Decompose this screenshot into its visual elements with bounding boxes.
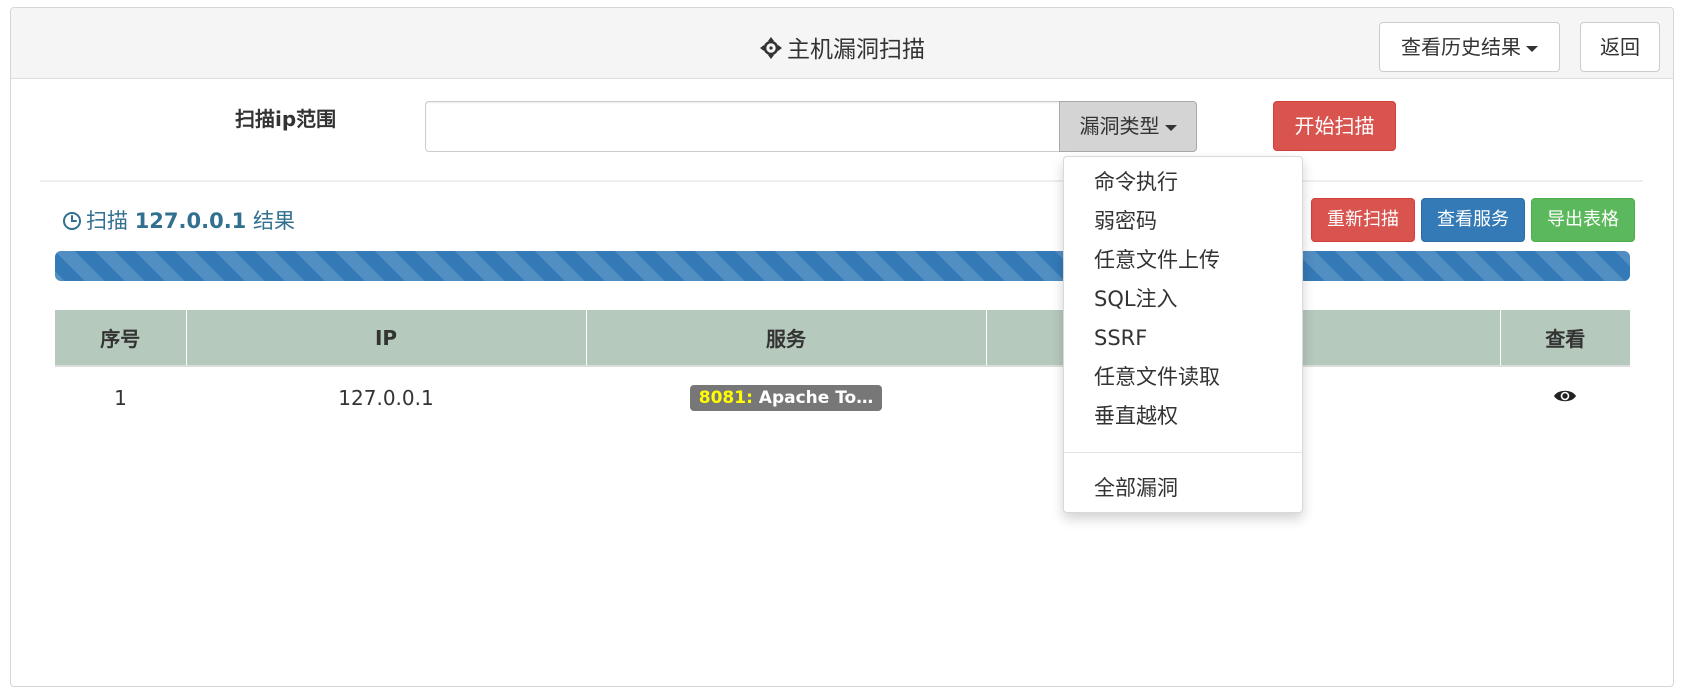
back-label: 返回: [1600, 35, 1640, 59]
result-table: 序号 IP 服务 查看 1 127.0.0.1 8081: Apache To……: [55, 310, 1630, 428]
vuln-type-option[interactable]: SQL注入: [1064, 280, 1302, 319]
vuln-type-dropdown-button[interactable]: 漏洞类型: [1059, 101, 1197, 152]
service-port: 8081:: [698, 388, 753, 408]
vuln-type-option[interactable]: 任意文件上传: [1064, 241, 1302, 280]
start-scan-button[interactable]: 开始扫描: [1273, 101, 1396, 151]
vuln-type-option[interactable]: 命令执行: [1064, 163, 1302, 202]
rescan-button[interactable]: 重新扫描: [1311, 198, 1415, 242]
column-header: 服务: [586, 310, 987, 367]
table-row: 1 127.0.0.1 8081: Apache To… 码: [55, 366, 1630, 428]
start-scan-label: 开始扫描: [1294, 114, 1375, 138]
rescan-label: 重新扫描: [1327, 209, 1399, 230]
vuln-type-option[interactable]: SSRF: [1064, 319, 1302, 358]
row-service: 8081: Apache To…: [586, 366, 986, 428]
history-results-button[interactable]: 查看历史结果: [1379, 22, 1560, 72]
back-button[interactable]: 返回: [1580, 22, 1660, 72]
result-title-prefix: 扫描: [86, 209, 128, 233]
row-view: [1500, 366, 1630, 428]
vuln-type-option[interactable]: 垂直越权: [1064, 397, 1302, 436]
vuln-type-label: 漏洞类型: [1079, 114, 1160, 138]
dropdown-divider: [1064, 452, 1302, 453]
page-title-text: 主机漏洞扫描: [787, 37, 925, 63]
view-service-label: 查看服务: [1437, 209, 1509, 230]
vuln-type-option[interactable]: 弱密码: [1064, 202, 1302, 241]
vuln-type-option[interactable]: 任意文件读取: [1064, 358, 1302, 397]
scan-range-label: 扫描ip范围: [235, 107, 337, 131]
vuln-type-dropdown-menu: 命令执行 弱密码 任意文件上传 SQL注入 SSRF 任意文件读取 垂直越权 全…: [1063, 156, 1303, 513]
column-header: 序号: [55, 310, 187, 367]
service-name: Apache To…: [758, 388, 874, 408]
scan-progress: [55, 251, 1630, 281]
table-header-row: 序号 IP 服务 查看: [55, 310, 1630, 367]
caret-down-icon: [1164, 124, 1177, 131]
column-header: 查看: [1500, 310, 1630, 367]
service-badge[interactable]: 8081: Apache To…: [689, 385, 883, 411]
clock-icon: [62, 211, 82, 236]
vuln-type-option-all[interactable]: 全部漏洞: [1064, 469, 1302, 508]
export-table-label: 导出表格: [1547, 209, 1619, 230]
column-header: IP: [186, 310, 587, 367]
panel-heading: 主机漏洞扫描 查看历史结果 返回: [11, 8, 1673, 79]
result-title-ip: 127.0.0.1: [134, 209, 247, 233]
result-title-suffix: 结果: [252, 209, 295, 233]
row-ip: 127.0.0.1: [338, 385, 434, 410]
caret-down-icon: [1526, 45, 1538, 52]
scan-progress-bar: [55, 251, 1630, 281]
export-table-button[interactable]: 导出表格: [1531, 198, 1635, 242]
view-service-button[interactable]: 查看服务: [1421, 198, 1525, 242]
eye-icon[interactable]: [1553, 386, 1577, 410]
section-divider: [40, 180, 1643, 182]
row-index: 1: [114, 385, 127, 410]
result-title: 扫描 127.0.0.1 结果: [62, 205, 295, 236]
history-results-label: 查看历史结果: [1401, 35, 1521, 59]
crosshair-icon: [759, 36, 783, 66]
ip-range-input[interactable]: [425, 101, 1060, 152]
